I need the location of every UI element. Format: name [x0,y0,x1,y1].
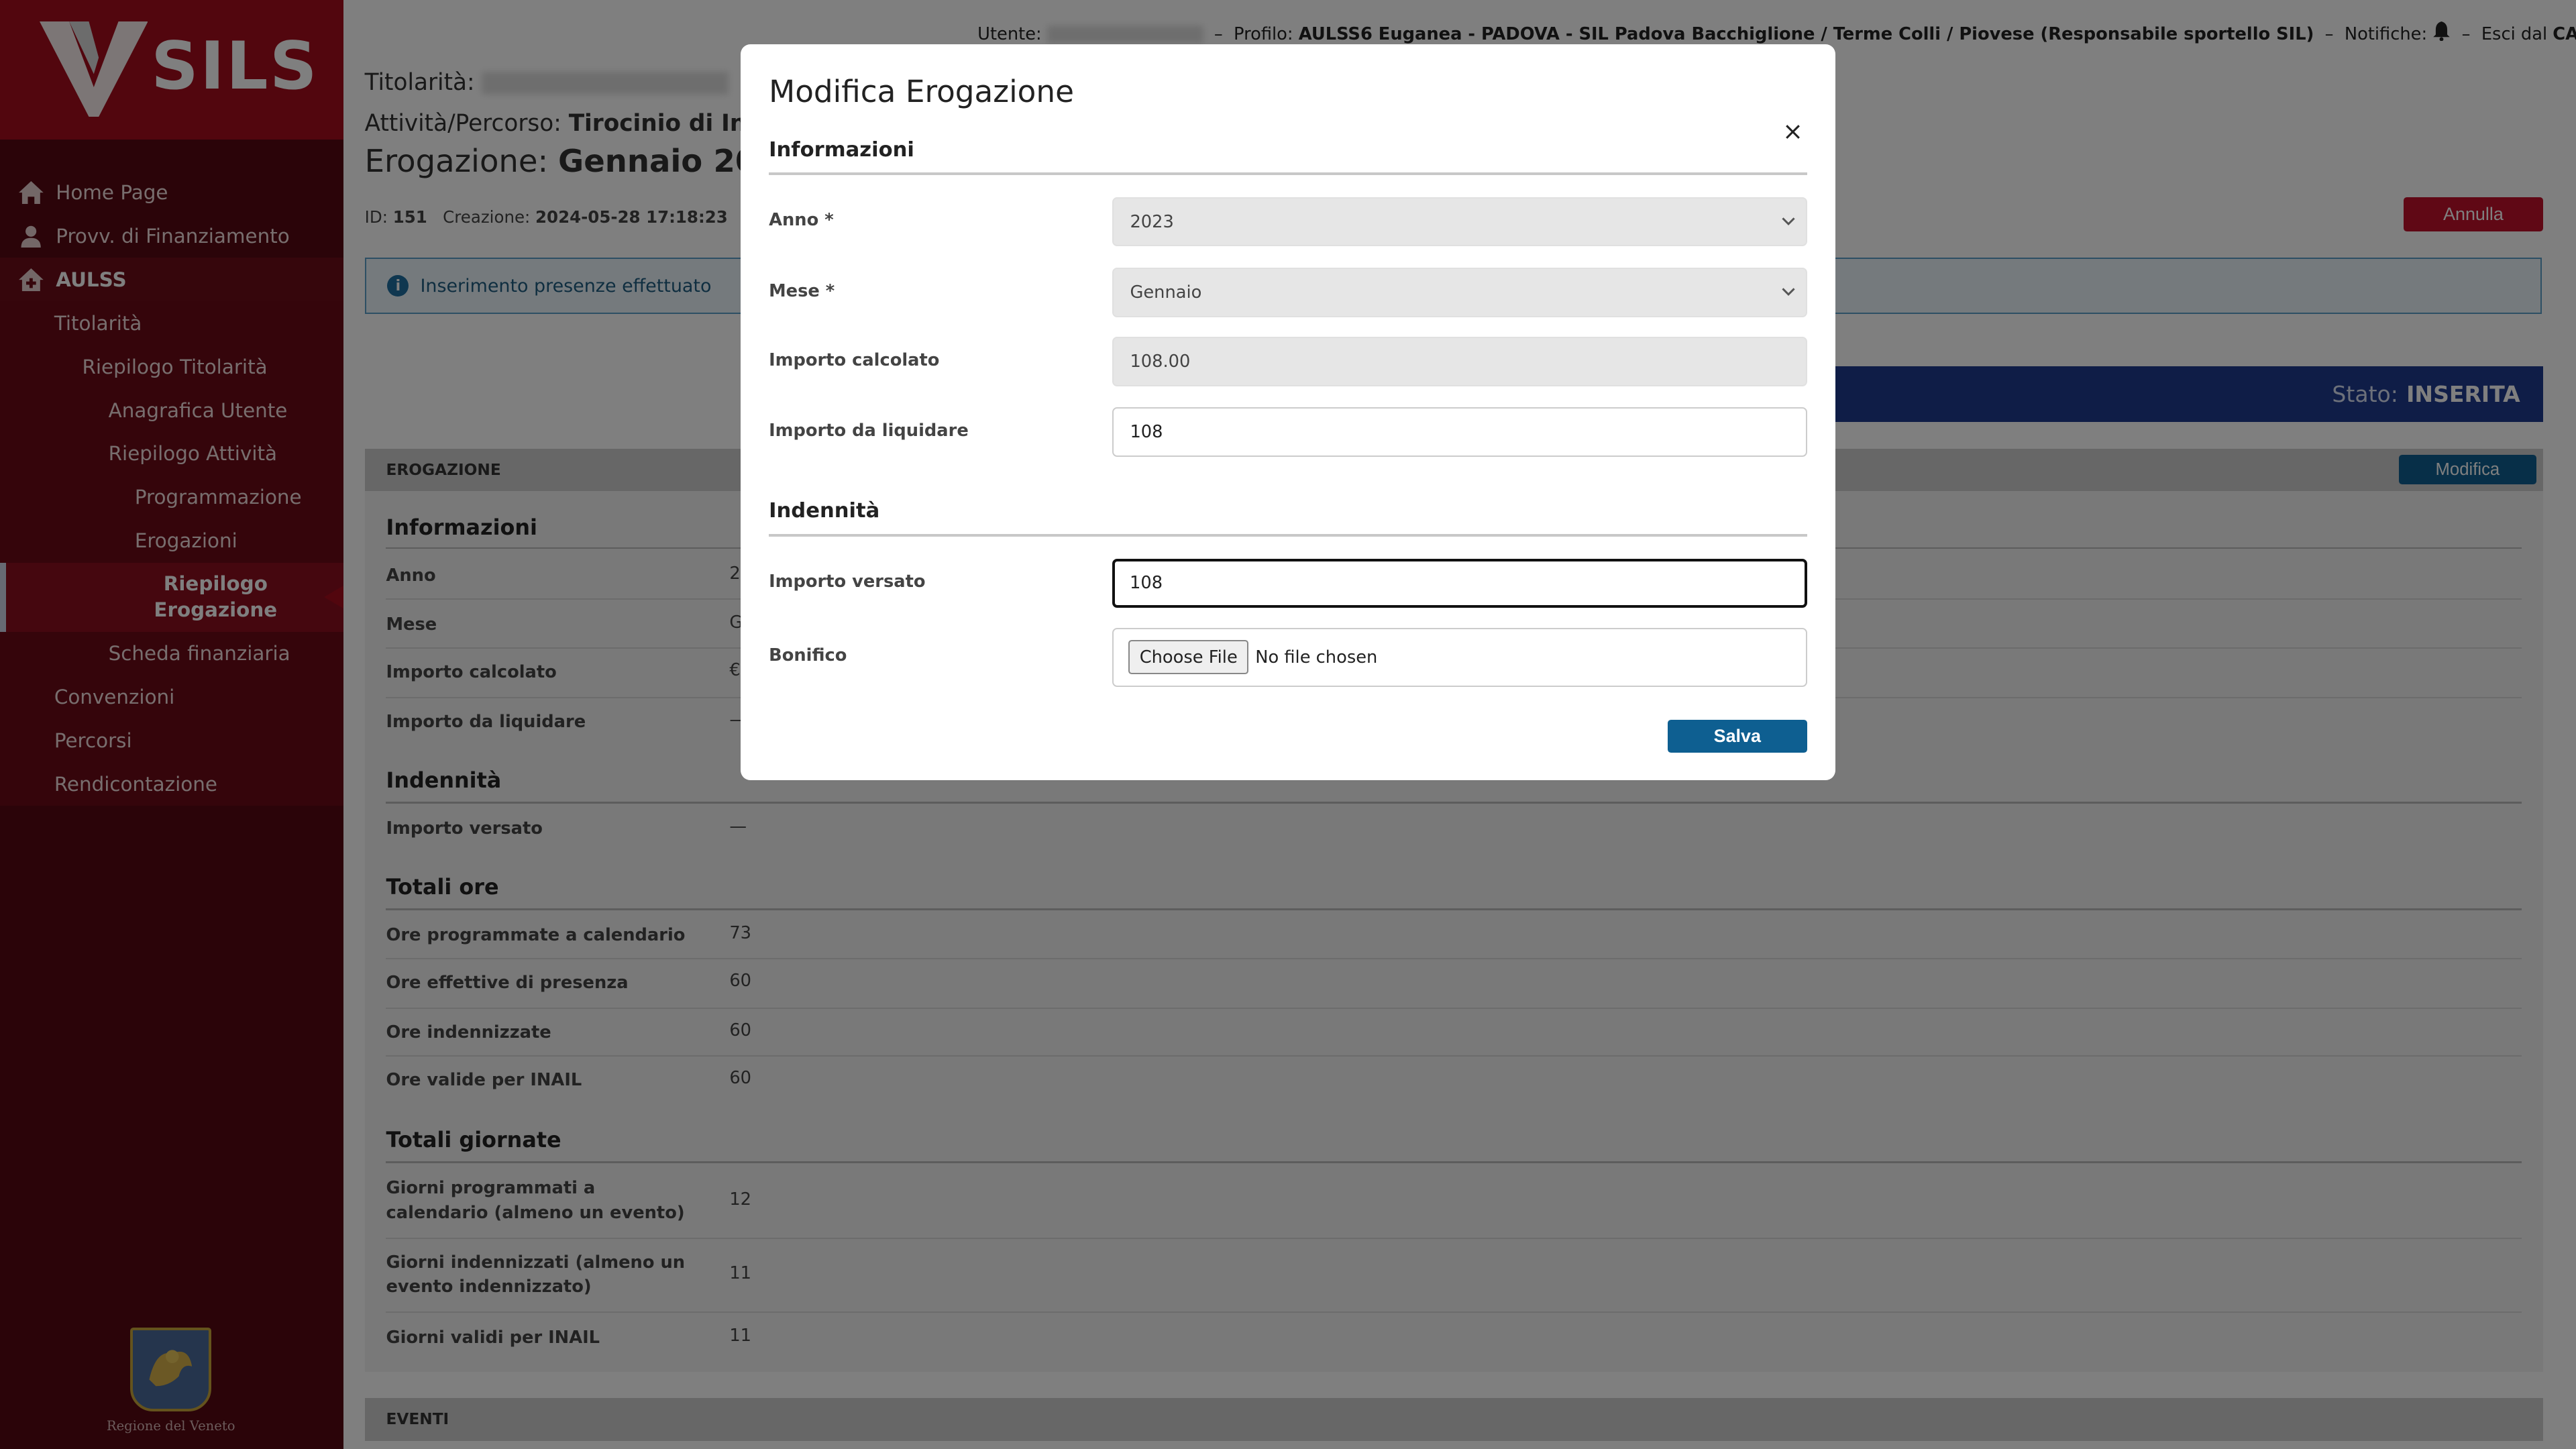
importo-calcolato-label: Importo calcolato [769,350,940,370]
mese-selected-value: Gennaio [1130,282,1202,303]
importo-versato-value: 108 [1129,573,1163,594]
bonifico-file-input[interactable]: Choose File No file chosen [1112,627,1807,687]
chevron-down-icon [1782,288,1795,297]
anno-label: Anno * [769,210,834,231]
importo-versato-input[interactable]: 108 [1112,558,1807,608]
salva-button[interactable]: Salva [1667,719,1807,753]
close-icon[interactable]: × [1782,117,1803,146]
modal-section-informazioni: Informazioni [769,138,914,162]
chevron-down-icon [1782,217,1795,225]
mese-select[interactable]: Gennaio [1112,268,1807,317]
bonifico-label: Bonifico [769,645,847,666]
importo-liquidare-value: 108 [1130,422,1163,443]
importo-calcolato-field: 108.00 [1112,337,1807,386]
modal-section-indennita: Indennità [769,499,880,523]
importo-liquidare-input[interactable]: 108 [1112,407,1807,457]
importo-calcolato-value: 108.00 [1130,351,1191,372]
divider [769,172,1807,175]
divider [769,533,1807,537]
modal-title: Modifica Erogazione [769,74,1074,110]
anno-selected-value: 2023 [1130,211,1174,232]
mese-label: Mese * [769,280,835,301]
modifica-erogazione-modal: Modifica Erogazione × Informazioni Anno … [741,44,1835,781]
importo-versato-label: Importo versato [769,572,926,592]
file-status: No file chosen [1255,647,1378,667]
anno-select[interactable]: 2023 [1112,197,1807,247]
importo-liquidare-label: Importo da liquidare [769,420,969,441]
choose-file-button[interactable]: Choose File [1128,640,1249,674]
